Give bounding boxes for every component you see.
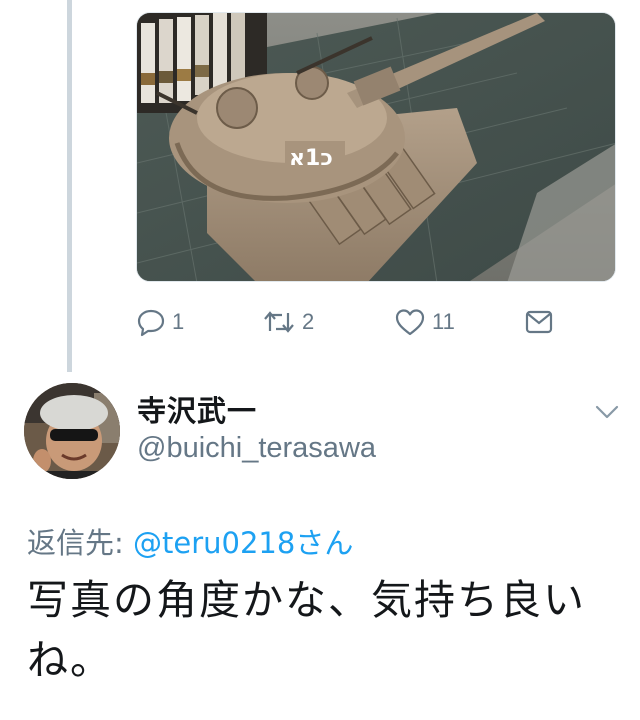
direct-message-action[interactable] xyxy=(524,300,554,344)
chevron-down-icon xyxy=(594,405,620,426)
like-count: 11 xyxy=(432,309,455,334)
like-action[interactable]: 11 xyxy=(394,300,455,344)
speech-bubble-icon xyxy=(136,307,166,337)
tweet-media-photo[interactable]: כ1א xyxy=(136,12,616,282)
reply-action[interactable]: 1 xyxy=(136,300,184,344)
tweet-action-bar: 1 2 11 xyxy=(136,300,616,344)
retweet-action[interactable]: 2 xyxy=(262,300,314,344)
avatar-photo xyxy=(24,383,120,479)
heart-icon xyxy=(394,307,426,337)
reply-handle[interactable]: @buichi_terasawa xyxy=(137,432,376,465)
retweet-count: 2 xyxy=(302,309,315,334)
avatar[interactable] xyxy=(24,383,120,479)
reply-to-mention-link[interactable]: @teru0218さん xyxy=(133,526,353,560)
replying-to-label: 返信先: xyxy=(27,526,133,560)
tweet-menu-button[interactable] xyxy=(594,402,620,422)
thread-connector-line xyxy=(67,0,72,372)
tank-model-photo: כ1א xyxy=(137,13,615,281)
reply-display-name[interactable]: 寺沢武一 xyxy=(137,388,257,430)
reply-count: 1 xyxy=(172,309,185,334)
turret-marking-text: כ1א xyxy=(289,146,333,171)
envelope-icon xyxy=(524,307,554,337)
replying-to: 返信先: @teru0218さん xyxy=(27,520,353,562)
reply-tweet-text: 写真の角度かな、気持ち良いね。 xyxy=(27,576,586,684)
retweet-arrows-icon xyxy=(262,307,296,337)
